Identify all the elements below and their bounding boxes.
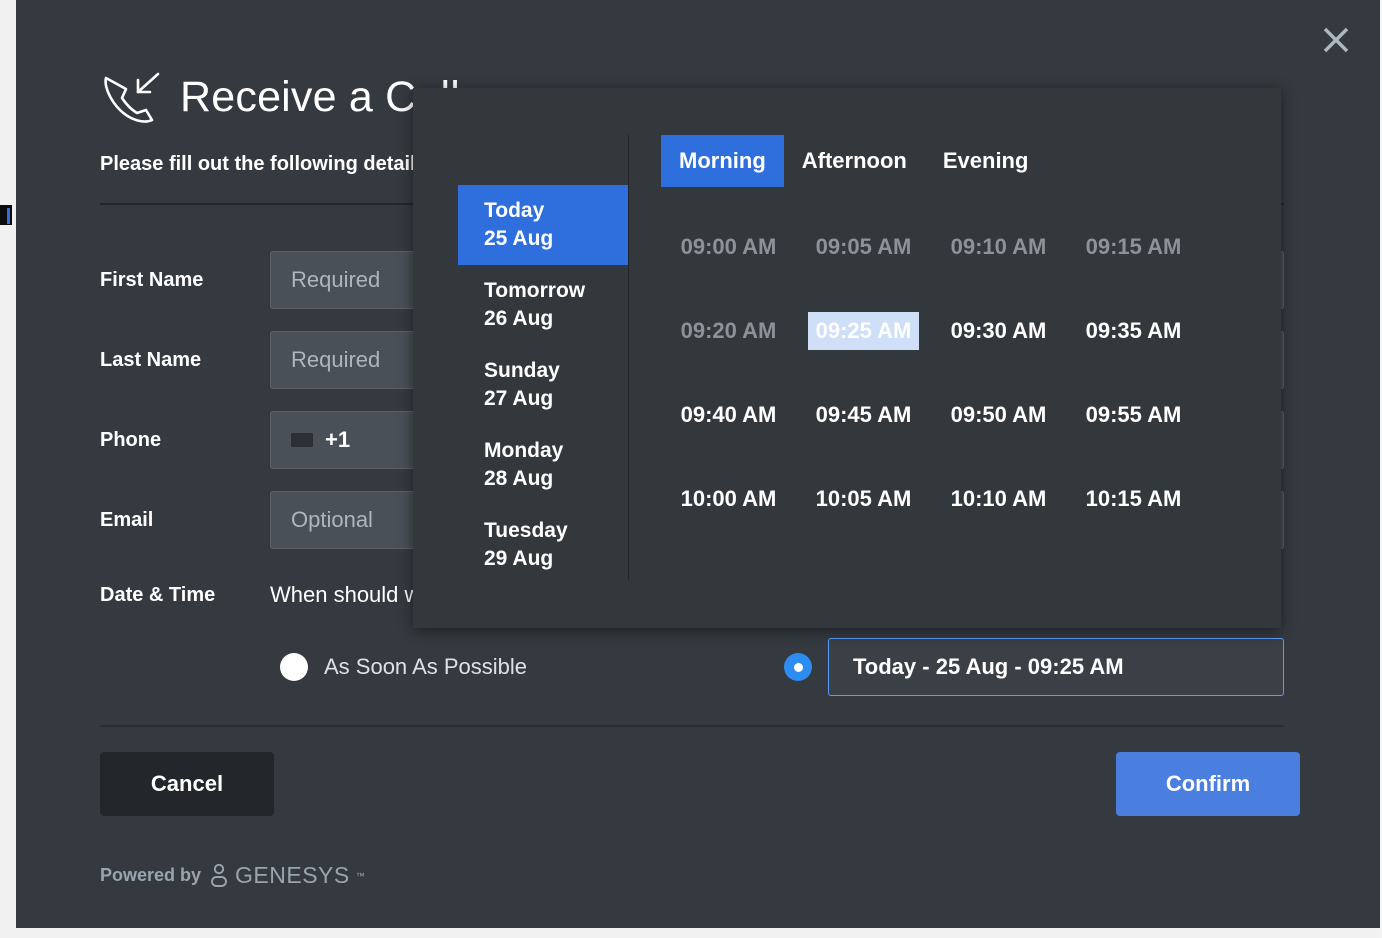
- time-slot[interactable]: 10:10 AM: [931, 457, 1066, 541]
- page-background-left: [0, 0, 16, 938]
- time-slot: 09:05 AM: [796, 205, 931, 289]
- time-of-day-tabs: Morning Afternoon Evening: [661, 135, 1281, 187]
- time-slot-label: 09:30 AM: [943, 312, 1055, 350]
- time-column: Morning Afternoon Evening 09:00 AM 09:05…: [629, 88, 1281, 628]
- label-first-name: First Name: [100, 269, 270, 292]
- genesys-logo: GENESYS ™: [209, 862, 365, 889]
- time-slot-label: 09:15 AM: [1078, 228, 1190, 266]
- radio-asap-icon[interactable]: [280, 653, 308, 681]
- radio-asap-label: As Soon As Possible: [324, 654, 527, 680]
- time-slot-label: 09:25 AM: [808, 312, 920, 350]
- date-option-sunday[interactable]: Sunday 27 Aug: [458, 345, 628, 425]
- genesys-trademark: ™: [356, 871, 365, 881]
- schedule-choice-row: As Soon As Possible Today - 25 Aug - 09:…: [100, 622, 1284, 712]
- time-slot-label: 09:45 AM: [808, 396, 920, 434]
- time-slot-label: 10:15 AM: [1078, 480, 1190, 518]
- radio-option-asap[interactable]: As Soon As Possible: [280, 653, 527, 681]
- date-option-day: Tomorrow: [484, 277, 628, 305]
- label-date-time: Date & Time: [100, 584, 270, 607]
- tab-morning[interactable]: Morning: [661, 135, 784, 187]
- time-slot-label: 09:50 AM: [943, 396, 1055, 434]
- time-slot-label: 09:40 AM: [673, 396, 785, 434]
- page-background-bottom: [0, 928, 1382, 938]
- time-slot[interactable]: 09:40 AM: [661, 373, 796, 457]
- time-slot: 09:15 AM: [1066, 205, 1201, 289]
- date-list: Today 25 Aug Tomorrow 26 Aug Sunday 27 A…: [413, 135, 629, 580]
- time-slot-label: 09:00 AM: [673, 228, 785, 266]
- date-option-date: 28 Aug: [484, 465, 628, 493]
- time-slot[interactable]: 10:05 AM: [796, 457, 931, 541]
- date-option-tuesday[interactable]: Tuesday 29 Aug: [458, 505, 628, 585]
- time-slot-grid: 09:00 AM 09:05 AM 09:10 AM 09:15 AM 09:2…: [661, 205, 1281, 541]
- last-name-placeholder: Required: [291, 347, 380, 373]
- selected-appointment-label: Today - 25 Aug - 09:25 AM: [853, 654, 1124, 680]
- time-slot-label: 10:00 AM: [673, 480, 785, 518]
- time-slot-label: 09:20 AM: [673, 312, 785, 350]
- date-option-monday[interactable]: Monday 28 Aug: [458, 425, 628, 505]
- first-name-placeholder: Required: [291, 267, 380, 293]
- powered-by-label: Powered by: [100, 865, 201, 886]
- incoming-call-icon: [100, 68, 162, 126]
- time-slot[interactable]: 09:45 AM: [796, 373, 931, 457]
- selected-appointment-field[interactable]: Today - 25 Aug - 09:25 AM: [828, 638, 1284, 696]
- tab-evening[interactable]: Evening: [925, 135, 1047, 187]
- time-slot[interactable]: 09:50 AM: [931, 373, 1066, 457]
- label-email: Email: [100, 509, 270, 532]
- date-option-date: 29 Aug: [484, 545, 628, 573]
- modal-subtitle: Please fill out the following details: [100, 153, 427, 176]
- time-slot: 09:20 AM: [661, 289, 796, 373]
- time-slot[interactable]: 09:35 AM: [1066, 289, 1201, 373]
- cancel-button[interactable]: Cancel: [100, 752, 274, 816]
- time-slot[interactable]: 10:00 AM: [661, 457, 796, 541]
- date-option-date: 25 Aug: [484, 225, 628, 253]
- label-phone: Phone: [100, 429, 270, 452]
- date-option-day: Monday: [484, 437, 628, 465]
- date-option-day: Today: [484, 197, 628, 225]
- date-option-today[interactable]: Today 25 Aug: [458, 185, 628, 265]
- time-slot-label: 09:55 AM: [1078, 396, 1190, 434]
- close-icon[interactable]: [1314, 18, 1358, 62]
- date-option-date: 27 Aug: [484, 385, 628, 413]
- time-slot-label: 09:10 AM: [943, 228, 1055, 266]
- time-slot-label: 09:05 AM: [808, 228, 920, 266]
- datetime-picker-panel: Today 25 Aug Tomorrow 26 Aug Sunday 27 A…: [413, 88, 1281, 628]
- confirm-button[interactable]: Confirm: [1116, 752, 1300, 816]
- date-option-date: 26 Aug: [484, 305, 628, 333]
- date-option-tomorrow[interactable]: Tomorrow 26 Aug: [458, 265, 628, 345]
- time-slot: 09:00 AM: [661, 205, 796, 289]
- time-slot[interactable]: 09:30 AM: [931, 289, 1066, 373]
- country-flag-icon[interactable]: [291, 433, 313, 447]
- phone-country-code: +1: [325, 427, 350, 453]
- divider-bottom: [100, 725, 1284, 727]
- time-slot[interactable]: 09:55 AM: [1066, 373, 1201, 457]
- screen: Receive a Call Please fill out the follo…: [0, 0, 1382, 938]
- scheduled-choice-group: Today - 25 Aug - 09:25 AM: [784, 638, 1284, 696]
- time-slot: 09:10 AM: [931, 205, 1066, 289]
- receive-a-call-modal: Receive a Call Please fill out the follo…: [16, 0, 1380, 928]
- radio-scheduled-icon[interactable]: [784, 653, 812, 681]
- time-slot[interactable]: 10:15 AM: [1066, 457, 1201, 541]
- powered-by-genesys: Powered by GENESYS ™: [100, 862, 365, 889]
- genesys-mark-icon: [209, 863, 229, 889]
- date-option-day: Tuesday: [484, 517, 628, 545]
- genesys-wordmark: GENESYS: [235, 862, 350, 889]
- label-last-name: Last Name: [100, 349, 270, 372]
- time-slot-selected[interactable]: 09:25 AM: [796, 289, 931, 373]
- modal-header: Receive a Call: [100, 68, 460, 126]
- time-slot-label: 10:10 AM: [943, 480, 1055, 518]
- time-slot-label: 09:35 AM: [1078, 312, 1190, 350]
- time-slot-label: 10:05 AM: [808, 480, 920, 518]
- email-placeholder: Optional: [291, 507, 373, 533]
- background-widget-sliver: [0, 205, 12, 225]
- date-option-day: Sunday: [484, 357, 628, 385]
- tab-afternoon[interactable]: Afternoon: [784, 135, 925, 187]
